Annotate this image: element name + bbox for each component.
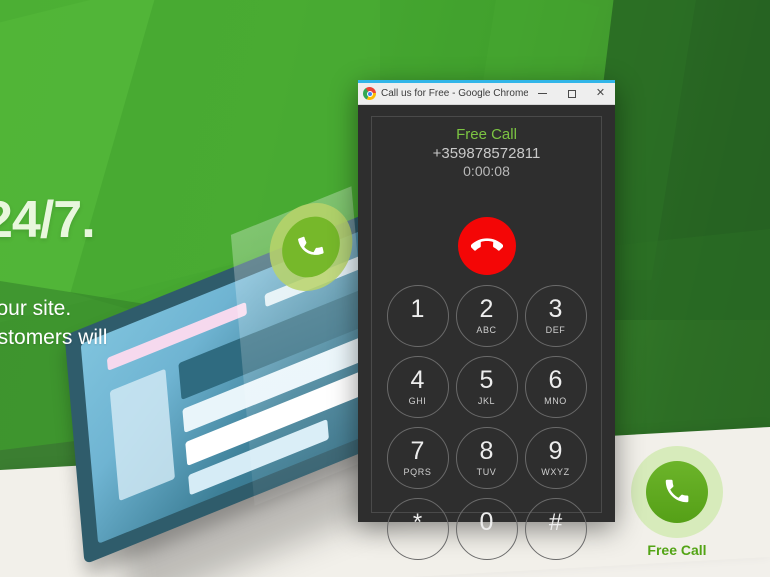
free-call-badge-halo (631, 446, 723, 538)
hero-headline: 24/7. (0, 191, 96, 249)
chrome-window: Call us for Free - Google Chrome ✕ Free … (358, 80, 615, 560)
dialpad-key-letters: JKL (477, 396, 496, 406)
dialpad-key-letters: PQRS (403, 467, 432, 477)
dialpad-key-letters: TUV (476, 467, 497, 477)
free-call-badge-core (646, 461, 708, 523)
minimize-button[interactable] (528, 83, 557, 104)
hangup-button[interactable] (457, 217, 516, 275)
maximize-icon (567, 89, 576, 98)
dialpad-key-star[interactable]: * (386, 498, 449, 560)
dialpad-key-letters: DEF (545, 325, 566, 335)
dialpad-key-digit: 8 (479, 437, 494, 465)
dialpad-key-7[interactable]: 7 PQRS (386, 427, 449, 489)
dialpad-key-5[interactable]: 5 JKL (455, 356, 518, 418)
call-info: Free Call +359878572811 0:00:08 (372, 126, 601, 179)
close-button[interactable]: ✕ (586, 83, 615, 104)
call-duration-timer: 0:00:08 (463, 163, 510, 179)
dialpad-key-digit: 2 (479, 295, 494, 323)
dialpad-key-letters: WXYZ (541, 467, 570, 477)
hero-subline-2: ustomers will (0, 326, 108, 349)
dialpad-key-6[interactable]: 6 MNO (524, 356, 587, 418)
dialpad-key-digit: 5 (479, 366, 494, 394)
call-status-label: Free Call (456, 126, 517, 143)
dialpad-key-2[interactable]: 2 ABC (455, 285, 518, 347)
dialpad-key-letters: ABC (476, 325, 497, 335)
dialer-panel: Free Call +359878572811 0:00:08 1 2 ABC 3 DE… (371, 116, 602, 560)
dialer-app: Free Call +359878572811 0:00:08 1 2 ABC 3 DE… (358, 105, 615, 560)
dialpad-key-digit: 1 (410, 295, 425, 323)
hangup-phone-icon (470, 238, 503, 251)
dialpad-key-8[interactable]: 8 TUV (455, 427, 518, 489)
dialpad-key-1[interactable]: 1 (386, 285, 449, 347)
dialpad-key-digit: # (548, 508, 563, 536)
window-title: Call us for Free - Google Chrome (381, 88, 528, 99)
maximize-button[interactable] (557, 83, 586, 104)
dialpad-key-hash[interactable]: # (524, 498, 587, 560)
dialpad-key-digit: 4 (410, 366, 425, 394)
window-controls: ✕ (528, 83, 615, 104)
window-titlebar[interactable]: Call us for Free - Google Chrome ✕ (358, 83, 615, 105)
phone-number-display: +359878572811 (432, 145, 541, 162)
free-call-badge[interactable]: Free Call (631, 446, 723, 558)
screenshot-root: 24/7. your site. ustomers will Free Call… (0, 0, 770, 577)
dialpad-key-3[interactable]: 3 DEF (524, 285, 587, 347)
dialpad-key-9[interactable]: 9 WXYZ (524, 427, 587, 489)
phone-handset-icon (665, 479, 689, 503)
dialpad-key-letters: MNO (544, 396, 567, 406)
dialpad-key-letters: GHI (408, 396, 427, 406)
dialpad-key-digit: 9 (548, 437, 563, 465)
dialpad-key-4[interactable]: 4 GHI (386, 356, 449, 418)
dialpad-key-digit: 0 (479, 508, 494, 536)
phone-handset-icon (298, 236, 324, 255)
minimize-icon (538, 93, 547, 94)
dialpad-key-digit: 7 (410, 437, 425, 465)
dialpad: 1 2 ABC 3 DEF 4 GHI 5 JKL 6 MNO 7 PQRS 8 TUV 9 WXYZ * 0 # (383, 285, 590, 560)
dialpad-key-digit: * (412, 508, 423, 536)
dialpad-key-digit: 3 (548, 295, 563, 323)
hero-subline-1: your site. (0, 297, 72, 320)
dialpad-key-0[interactable]: 0 (455, 498, 518, 560)
free-call-badge-label: Free Call (647, 542, 707, 558)
dialpad-key-digit: 6 (548, 366, 563, 394)
chrome-logo-icon (363, 87, 376, 100)
screen-content-bar (109, 368, 175, 502)
close-icon: ✕ (595, 87, 606, 99)
